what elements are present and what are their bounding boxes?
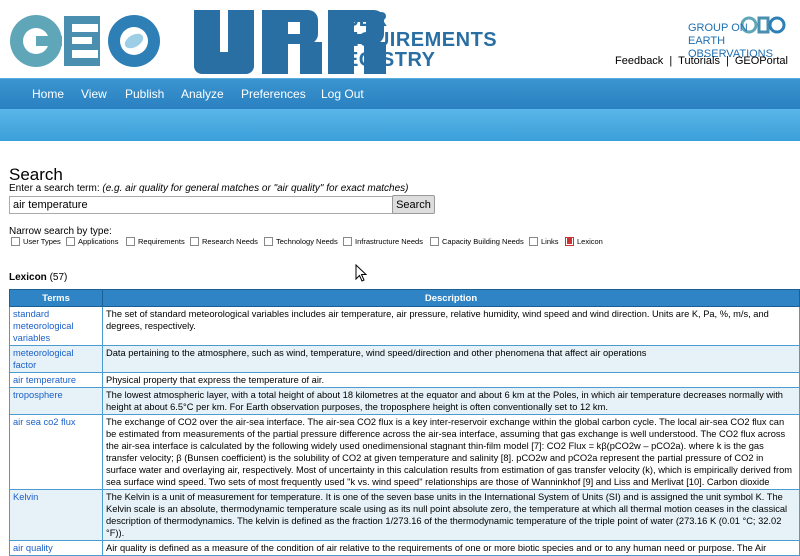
filter-label: Research Needs	[202, 237, 258, 246]
sub-nav-bar	[0, 109, 800, 141]
table-row: meteorological factor Data pertaining to…	[9, 345, 800, 373]
term-cell: Kelvin	[9, 489, 103, 541]
table-row: standard meteorological variables The se…	[9, 306, 800, 346]
feedback-link[interactable]: Feedback	[615, 55, 663, 67]
filter-label: Requirements	[138, 237, 185, 246]
filter-label: Applications	[78, 237, 119, 246]
table-header-row: Terms Description	[9, 289, 800, 307]
nav-view[interactable]: View	[81, 87, 107, 101]
checkbox[interactable]	[264, 237, 273, 246]
filter-applications[interactable]: Applications	[66, 237, 118, 246]
filter-label: Links	[541, 237, 559, 246]
table-row: troposphere The lowest atmospheric layer…	[9, 387, 800, 415]
nav-logout[interactable]: Log Out	[321, 87, 364, 101]
lexicon-title: Lexicon	[9, 272, 47, 283]
checkbox[interactable]	[66, 237, 75, 246]
checkbox[interactable]	[190, 237, 199, 246]
search-button[interactable]: Search	[392, 195, 435, 214]
filter-technology-needs[interactable]: Technology Needs	[264, 237, 338, 246]
column-header-description[interactable]: Description	[102, 289, 800, 307]
tutorials-link[interactable]: Tutorials	[678, 55, 720, 67]
narrow-label: Narrow search by type:	[9, 226, 112, 237]
nav-preferences[interactable]: Preferences	[241, 87, 306, 101]
checkbox[interactable]	[11, 237, 20, 246]
term-link[interactable]: troposphere	[13, 390, 63, 400]
term-cell: air temperature	[9, 372, 103, 388]
org-line-1: GROUP ON	[688, 22, 748, 34]
term-link[interactable]: air quality	[13, 543, 53, 553]
description-cell: Air quality is defined as a measure of t…	[102, 540, 800, 556]
description-cell: The set of standard meteorological varia…	[102, 306, 800, 346]
filter-label: Infrastructure Needs	[355, 237, 423, 246]
filter-label: Capacity Building Needs	[442, 237, 524, 246]
description-cell: The lowest atmospheric layer, with a tot…	[102, 387, 800, 415]
description-cell: The exchange of CO2 over the air-sea int…	[102, 414, 800, 490]
filter-label: User Types	[23, 237, 61, 246]
filter-capacity-building-needs[interactable]: Capacity Building Needs	[430, 237, 524, 246]
search-hint-prefix: Enter a search term:	[9, 183, 100, 194]
lexicon-count: (57)	[49, 272, 68, 283]
urr-title: USER REQUIREMENTS REGISTRY	[330, 10, 497, 70]
description-cell: Physical property that express the tempe…	[102, 372, 800, 388]
urr-title-line-1: USER	[330, 9, 388, 31]
filter-label: Lexicon	[577, 237, 603, 246]
checkbox-checked[interactable]	[565, 237, 574, 246]
urr-title-line-3: REGISTRY	[330, 49, 436, 71]
geo-logo[interactable]	[8, 6, 168, 76]
table-row: air temperature Physical property that e…	[9, 372, 800, 388]
lexicon-heading: Lexicon (57)	[9, 272, 67, 283]
term-link[interactable]: air sea co2 flux	[13, 417, 76, 427]
type-filters: User Types Applications Requirements Res…	[9, 237, 799, 251]
filter-label: Technology Needs	[276, 237, 338, 246]
nav-publish[interactable]: Publish	[125, 87, 164, 101]
filter-user-types[interactable]: User Types	[11, 237, 61, 246]
nav-analyze[interactable]: Analyze	[181, 87, 224, 101]
lexicon-table: Terms Description standard meteorologica…	[9, 289, 800, 556]
term-cell: standard meteorological variables	[9, 306, 103, 346]
term-cell: troposphere	[9, 387, 103, 415]
term-link[interactable]: air temperature	[13, 375, 76, 385]
urr-title-line-2: REQUIREMENTS	[330, 29, 498, 51]
filter-requirements[interactable]: Requirements	[126, 237, 185, 246]
term-link[interactable]: meteorological factor	[13, 348, 73, 370]
filter-infrastructure-needs[interactable]: Infrastructure Needs	[343, 237, 423, 246]
term-cell: air quality	[9, 540, 103, 556]
term-link[interactable]: standard meteorological variables	[13, 309, 73, 343]
term-cell: air sea co2 flux	[9, 414, 103, 490]
term-link[interactable]: Kelvin	[13, 492, 38, 502]
checkbox[interactable]	[430, 237, 439, 246]
mouse-cursor-icon	[355, 264, 367, 282]
separator: |	[725, 55, 729, 67]
separator: |	[669, 55, 673, 67]
checkbox[interactable]	[126, 237, 135, 246]
search-hint: Enter a search term: (e.g. air quality f…	[9, 183, 409, 194]
description-cell: Data pertaining to the atmosphere, such …	[102, 345, 800, 373]
page-title: Search	[9, 165, 63, 184]
column-header-terms[interactable]: Terms	[9, 289, 103, 307]
search-input[interactable]	[9, 196, 393, 214]
main-nav: Home View Publish Analyze Preferences Lo…	[0, 78, 800, 110]
description-cell: The Kelvin is a unit of measurement for …	[102, 489, 800, 541]
search-hint-body: (e.g. air quality for general matches or…	[102, 183, 409, 194]
filter-links[interactable]: Links	[529, 237, 559, 246]
filter-research-needs[interactable]: Research Needs	[190, 237, 258, 246]
table-row: Kelvin The Kelvin is a unit of measureme…	[9, 489, 800, 541]
table-row: air quality Air quality is defined as a …	[9, 540, 800, 556]
nav-home[interactable]: Home	[32, 87, 64, 101]
term-cell: meteorological factor	[9, 345, 103, 373]
table-row: air sea co2 flux The exchange of CO2 ove…	[9, 414, 800, 490]
checkbox[interactable]	[529, 237, 538, 246]
top-links: Feedback | Tutorials | GEOPortal	[615, 55, 788, 67]
checkbox[interactable]	[343, 237, 352, 246]
site-header: USER REQUIREMENTS REGISTRY GROUP ON EART…	[0, 0, 800, 78]
filter-lexicon[interactable]: Lexicon	[565, 237, 603, 246]
geoportal-link[interactable]: GEOPortal	[735, 55, 788, 67]
